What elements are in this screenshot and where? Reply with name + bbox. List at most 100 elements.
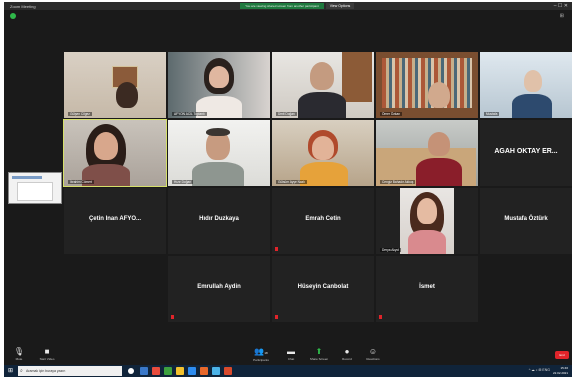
participant-name: Derya Akyol	[380, 248, 402, 252]
muted-mic-icon	[275, 315, 278, 319]
muted-mic-icon	[275, 247, 278, 251]
participants-button[interactable]: 👥18 Participants	[248, 347, 274, 362]
participant-face	[428, 132, 450, 156]
bookshelf	[382, 58, 472, 108]
video-feed	[480, 52, 572, 118]
window-controls[interactable]: – ☐ ✕	[554, 3, 568, 9]
chat-bubble-icon: ▬	[287, 347, 295, 356]
task-view-icon[interactable]	[140, 367, 148, 375]
title-bar: Zoom Meeting You are viewing shared scre…	[4, 2, 572, 10]
participant-name: Mustafa	[484, 112, 500, 116]
record-icon: ●	[344, 347, 350, 356]
start-video-button[interactable]: ■ Start Video	[34, 347, 60, 361]
video-feed	[376, 52, 478, 118]
taskbar-search-box[interactable]: ⌕ Aramak için buraya yazın	[18, 366, 122, 376]
reactions-icon: ☺	[368, 347, 378, 356]
participant-name: Hızır Doğan	[172, 180, 194, 184]
record-button[interactable]: ● Record	[334, 347, 360, 361]
app-icon[interactable]	[152, 367, 160, 375]
participant-body	[408, 230, 446, 254]
zoom-icon[interactable]	[212, 367, 220, 375]
screen-share-banner: You are viewing shared screen from anoth…	[240, 3, 324, 9]
participant-tile[interactable]: AGAH OKTAY ER...	[480, 120, 572, 186]
participant-body	[512, 94, 552, 118]
participant-tile[interactable]: Mustafa	[480, 52, 572, 118]
participant-tile[interactable]: Ümit Doğan	[272, 52, 374, 118]
participant-face	[428, 82, 450, 108]
participant-tile[interactable]: İsmet	[376, 256, 478, 322]
reactions-button[interactable]: ☺ Reactions	[360, 347, 386, 361]
participants-icon: 👥18	[254, 347, 268, 356]
participant-tile[interactable]: Mustafa Öztürk	[480, 188, 572, 254]
participant-name: Cengiz Bahadır Akkuş	[380, 180, 416, 184]
taskbar-clock[interactable]: 15:46 22.02.2021	[553, 366, 568, 376]
participant-tile[interactable]: Hıdır Duzkaya	[168, 188, 270, 254]
participant-name-display: Hıdır Duzkaya	[199, 216, 239, 222]
participant-name: Ümit Doğan	[276, 112, 297, 116]
participant-tile[interactable]: Gülsüm Ayşe Nazlı	[272, 120, 374, 186]
video-feed	[64, 52, 166, 118]
participant-name-display: Emrullah Aydin	[197, 284, 241, 290]
participant-tile-active-speaker[interactable]: İbrahim Cömert	[63, 119, 167, 187]
video-feed	[272, 52, 374, 118]
app-icon[interactable]	[200, 367, 208, 375]
edge-icon[interactable]	[188, 367, 196, 375]
participant-name: AFYON ACİL Toplantı	[172, 112, 207, 116]
participant-name-display: Emrah Cetin	[305, 216, 341, 222]
app-icon[interactable]	[164, 367, 172, 375]
mute-button[interactable]: 🎙 Mute	[6, 347, 32, 361]
shared-screen-thumbnail[interactable]	[8, 172, 62, 204]
participant-name: İbrahim Cömert	[68, 180, 94, 184]
video-feed	[272, 120, 374, 186]
video-feed	[64, 120, 166, 186]
search-icon: ⌕	[20, 368, 23, 374]
muted-mic-icon	[379, 315, 382, 319]
participant-tile[interactable]: Çetin Inan AFYO...	[64, 188, 166, 254]
participant-name-display: Çetin Inan AFYO...	[88, 216, 142, 222]
file-explorer-icon[interactable]	[176, 367, 184, 375]
chat-button[interactable]: ▬ Chat	[278, 347, 304, 361]
video-camera-icon: ■	[44, 347, 50, 356]
participant-tile[interactable]: Derya Akyol	[376, 188, 478, 254]
participant-tile[interactable]: AFYON ACİL Toplantı	[168, 52, 270, 118]
participant-name: Gülsüm Ayşe Nazlı	[276, 180, 307, 184]
participant-tile[interactable]: Cengiz Bahadır Akkuş	[376, 120, 478, 186]
participant-name-display: Hüseyin Canbolat	[297, 284, 349, 290]
window-title: Zoom Meeting	[10, 4, 36, 9]
microphone-icon: 🎙	[13, 347, 25, 356]
participant-tile[interactable]: Gülşen Cilgez	[64, 52, 166, 118]
participant-tile[interactable]: Hüseyin Canbolat	[272, 256, 374, 322]
share-screen-icon: ⬆	[315, 347, 323, 356]
participant-body	[416, 158, 462, 186]
share-screen-button[interactable]: ⬆ Share Screen	[306, 347, 332, 361]
participant-name-display: AGAH OKTAY ER...	[494, 148, 558, 155]
participant-tile[interactable]: Hızır Doğan	[168, 120, 270, 186]
video-feed	[376, 120, 478, 186]
participant-face	[209, 66, 229, 88]
participant-body	[298, 92, 346, 118]
participant-tile[interactable]: Ömer Özkan	[376, 52, 478, 118]
thumbnail-document	[17, 182, 53, 201]
participant-hair	[206, 128, 230, 136]
view-options-button[interactable]: View Options	[326, 3, 354, 9]
encryption-shield-icon[interactable]	[10, 13, 16, 19]
zoom-window: Zoom Meeting You are viewing shared scre…	[4, 2, 572, 377]
thumbnail-titlebar	[12, 176, 42, 179]
cortana-icon[interactable]	[128, 368, 134, 374]
participant-face	[94, 132, 118, 160]
participant-tile[interactable]: Emrah Cetin	[272, 188, 374, 254]
participant-face	[524, 70, 542, 92]
app-icon[interactable]	[224, 367, 232, 375]
participant-name: Gülşen Cilgez	[68, 112, 92, 116]
participant-body	[300, 162, 348, 186]
gallery-view-icon[interactable]: ⊞	[560, 13, 564, 19]
participant-name-display: Mustafa Öztürk	[504, 216, 548, 222]
system-tray[interactable]: ^ ☁ ♪ ⊞ ENG	[529, 368, 550, 372]
muted-mic-icon	[171, 315, 174, 319]
participant-name-display: İsmet	[419, 284, 435, 290]
video-feed	[168, 52, 270, 118]
participant-tile[interactable]: Emrullah Aydin	[168, 256, 270, 322]
search-placeholder: Aramak için buraya yazın	[26, 369, 66, 373]
end-meeting-button[interactable]: End	[555, 351, 569, 359]
windows-start-icon[interactable]: ⊞	[8, 368, 13, 374]
